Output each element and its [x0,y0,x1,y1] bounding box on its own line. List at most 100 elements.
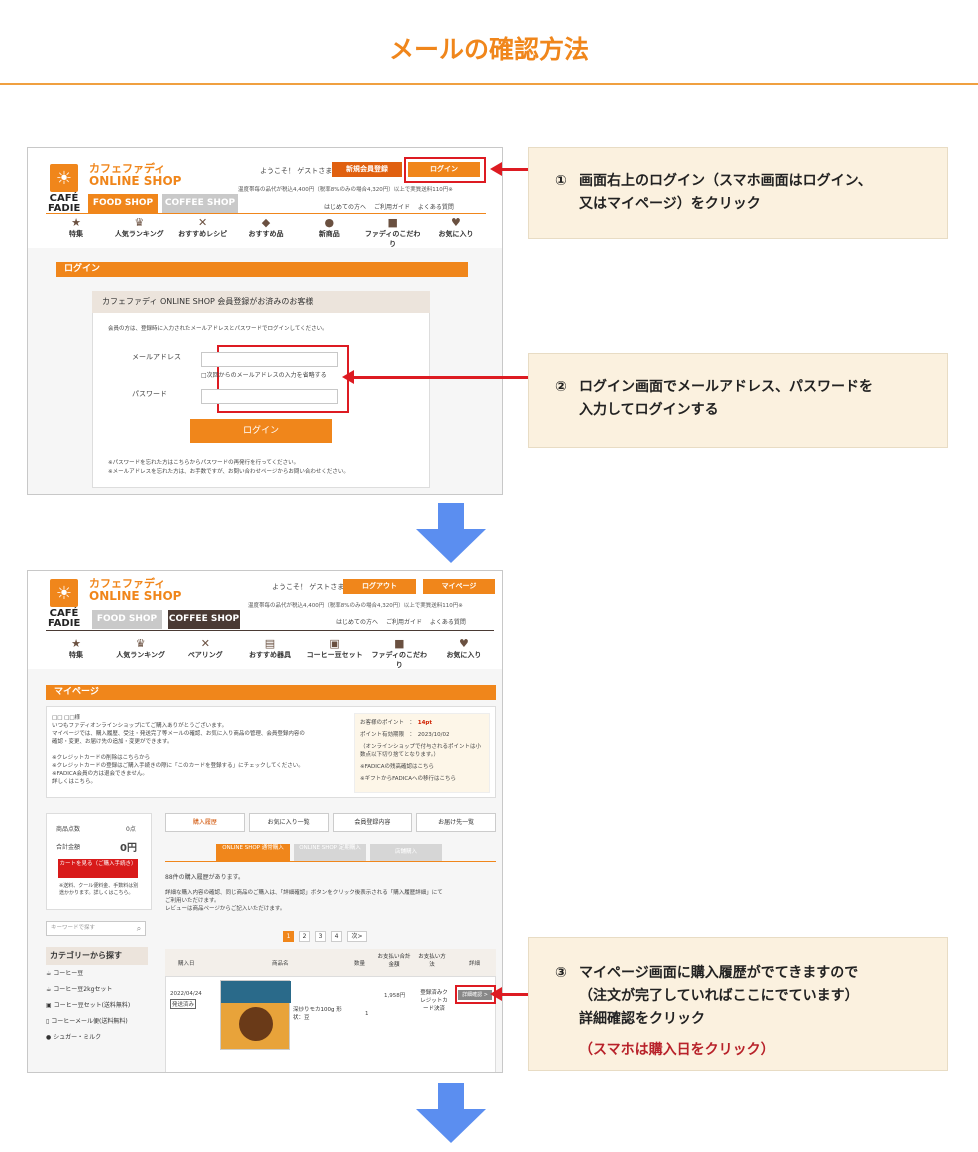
section-bar: ログイン [56,262,468,277]
equipment-icon: ▤ [264,637,276,650]
nav-item[interactable]: ■ ファディのこだわり [363,216,423,248]
gift-box-icon: ▣ [329,637,340,650]
nav-item[interactable]: ◆ おすすめ品 [236,216,296,244]
email-field[interactable] [201,352,338,367]
category-item[interactable]: ▣ コーヒー豆セット(送料無料) [46,1001,148,1010]
tab-coffee-shop[interactable]: COFFEE SHOP [162,194,238,213]
main-nav: ★ 特集 ♛ 人気ランキング ✕ おすすめレシピ ◆ おすすめ品 ● 新商品 ■ ファディの… [46,216,486,248]
search-icon[interactable]: ⌕ [132,921,146,936]
view-cart-button[interactable]: カートを見る（ご購入手続き） [58,859,138,878]
expiry-value: 2023/10/02 [417,732,450,738]
guide-link-first[interactable]: はじめての方へ [324,204,366,211]
page-1[interactable]: 1 [283,931,294,942]
category-item[interactable]: ☕ コーヒー豆2kgセット [46,985,148,994]
mypage-subtabs: 購入履歴 お気に入り一覧 会員登録内容 お届け先一覧 [165,813,496,832]
step-1-callout: ① 画面右上のログイン（スマホ画面はログイン、 又はマイページ）をクリック [528,147,948,239]
tab-purchase-history[interactable]: 購入履歴 [165,813,245,832]
order-qty: 1 [365,1011,369,1017]
pairing-icon: ✕ [200,637,210,650]
tab-subscription[interactable]: ONLINE SHOP 定期購入 [294,844,366,861]
guide-link-usage[interactable]: ご利用ガイド [374,204,410,211]
guide-link-usage[interactable]: ご利用ガイド [386,619,422,626]
nav-item[interactable]: ✕ ペアリング [175,637,235,665]
col-method: お支払い方法 [418,954,446,968]
tab-coffee-shop[interactable]: COFFEE SHOP [168,610,240,629]
order-amount: 1,958円 [384,993,406,999]
points-label: お客様のポイント [360,720,405,726]
guide-link-first[interactable]: はじめての方へ [336,619,378,626]
password-label: パスワード [132,390,167,398]
logout-button[interactable]: ログアウト [343,579,416,594]
welcome-text: ようこそ！ ゲストさま [260,167,333,175]
page-next[interactable]: 次> [347,931,367,942]
nav-item[interactable]: ♥ お気に入り [434,637,494,665]
col-qty: 数量 [354,961,366,967]
tab-delivery[interactable]: お届け先一覧 [416,813,496,832]
category-item[interactable]: ☕ コーヒー豆 [46,969,148,978]
fadica-transfer-link[interactable]: ※ギフトからFADICAへの移行はこちら [360,775,485,783]
star-icon: ★ [71,637,81,650]
star-icon: ★ [71,216,81,229]
pagination: 1 2 3 4 次> [283,931,367,942]
category-item[interactable]: ● シュガー・ミルク [46,1033,148,1042]
cart-count: 0点 [126,826,136,833]
page-3[interactable]: 3 [315,931,326,942]
col-amount: お支払い合計金額 [377,954,411,968]
login-submit-button[interactable]: ログイン [190,419,332,443]
header-login-button[interactable]: ログイン [408,162,480,177]
page-4[interactable]: 4 [331,931,342,942]
nav-item[interactable]: ♛ 人気ランキング [111,637,171,665]
tab-favorites[interactable]: お気に入り一覧 [248,813,329,832]
tab-food-shop[interactable]: FOOD SHOP [88,194,158,213]
category-item[interactable]: ▯ コーヒーメール便(送料無料) [46,1017,148,1026]
heart-icon: ♥ [459,637,469,650]
cart-total: 0円 [120,843,137,854]
points-value: 14pt [417,720,433,726]
nav-item[interactable]: ♥ お気に入り [426,216,486,244]
nav-item[interactable]: ♛ 人気ランキング [109,216,169,244]
nav-item[interactable]: ■ ファディのこだわり [369,637,429,669]
fadica-balance-link[interactable]: ※FADICAの残高確認はこちら [360,763,485,771]
history-description: 詳細な購入内容の確認、同じ商品のご購入は、「詳細確認」ボタンをクリック後表示され… [165,890,443,912]
forgot-password-note: ※パスワードを忘れた方はこちらからパスワードの再発行を行ってください。 [108,460,300,466]
nav-item[interactable]: ★ 特集 [46,216,106,244]
tab-regular-purchase[interactable]: ONLINE SHOP 通常購入 [216,844,290,861]
section-bar: マイページ [46,685,496,700]
tab-food-shop[interactable]: FOOD SHOP [92,610,162,629]
main-nav: ★ 特集 ♛ 人気ランキング ✕ ペアリング ▤ おすすめ器具 ▣ コーヒー豆セット ■ フ… [46,637,494,669]
logo-word-fadie: FADIE [48,618,81,629]
sun-logo-icon: ☀ [50,579,78,607]
page-2[interactable]: 2 [299,931,310,942]
nav-item[interactable]: ● 新商品 [299,216,359,244]
cart-count-label: 商品点数 [56,826,81,833]
login-screenshot: ☀ CAFÉ FADIE カフェファディ ONLINE SHOP ようこそ！ ゲ… [27,147,503,495]
keyword-search-input[interactable]: キーワードで探す [46,921,146,936]
category-list: ☕ コーヒー豆 ☕ コーヒー豆2kgセット ▣ コーヒー豆セット(送料無料) ▯… [46,969,148,1042]
greeting-text: □□ □□様 いつもファディオンラインショップにてご購入ありがとうございます。 … [52,715,305,785]
nav-item[interactable]: ▣ コーヒー豆セット [305,637,365,665]
page-title: メールの確認方法 [388,35,589,64]
nav-item[interactable]: ▤ おすすめ器具 [240,637,300,665]
guide-link-faq[interactable]: よくある質問 [430,619,466,626]
mypage-button[interactable]: マイページ [423,579,495,594]
remember-email-checkbox[interactable]: □次回からのメールアドレスの入力を省略する [201,370,327,379]
tab-member-info[interactable]: 会員登録内容 [332,813,413,832]
nav-item[interactable]: ★ 特集 [46,637,106,665]
order-status-badge: 発送済み [170,999,197,1009]
brand-en: ONLINE SHOP [89,174,182,188]
tab-store-purchase[interactable]: 店舗購入 [370,844,442,861]
down-arrow-icon [416,503,486,565]
nav-item[interactable]: ✕ おすすめレシピ [173,216,233,244]
down-arrow-icon [416,1083,486,1145]
guide-link-faq[interactable]: よくある質問 [418,204,454,211]
sun-logo-icon: ☀ [50,164,78,192]
password-field[interactable] [201,389,338,404]
pointer-arrow-2 [342,370,528,384]
product-name[interactable]: 深炒りモカ100g 形状：豆 [293,1006,345,1022]
col-detail: 詳細 [469,961,481,967]
brand-en: ONLINE SHOP [89,589,182,603]
register-button[interactable]: 新規会員登録 [332,162,402,177]
order-date[interactable]: 2022/04/24 [170,991,202,997]
panel-title: カフェファディ ONLINE SHOP 会員登録がお済みのお客様 [92,291,430,313]
step-3-callout: ③ マイページ画面に購入履歴がでてきますので （注文が完了していればここにでていま… [528,937,948,1071]
